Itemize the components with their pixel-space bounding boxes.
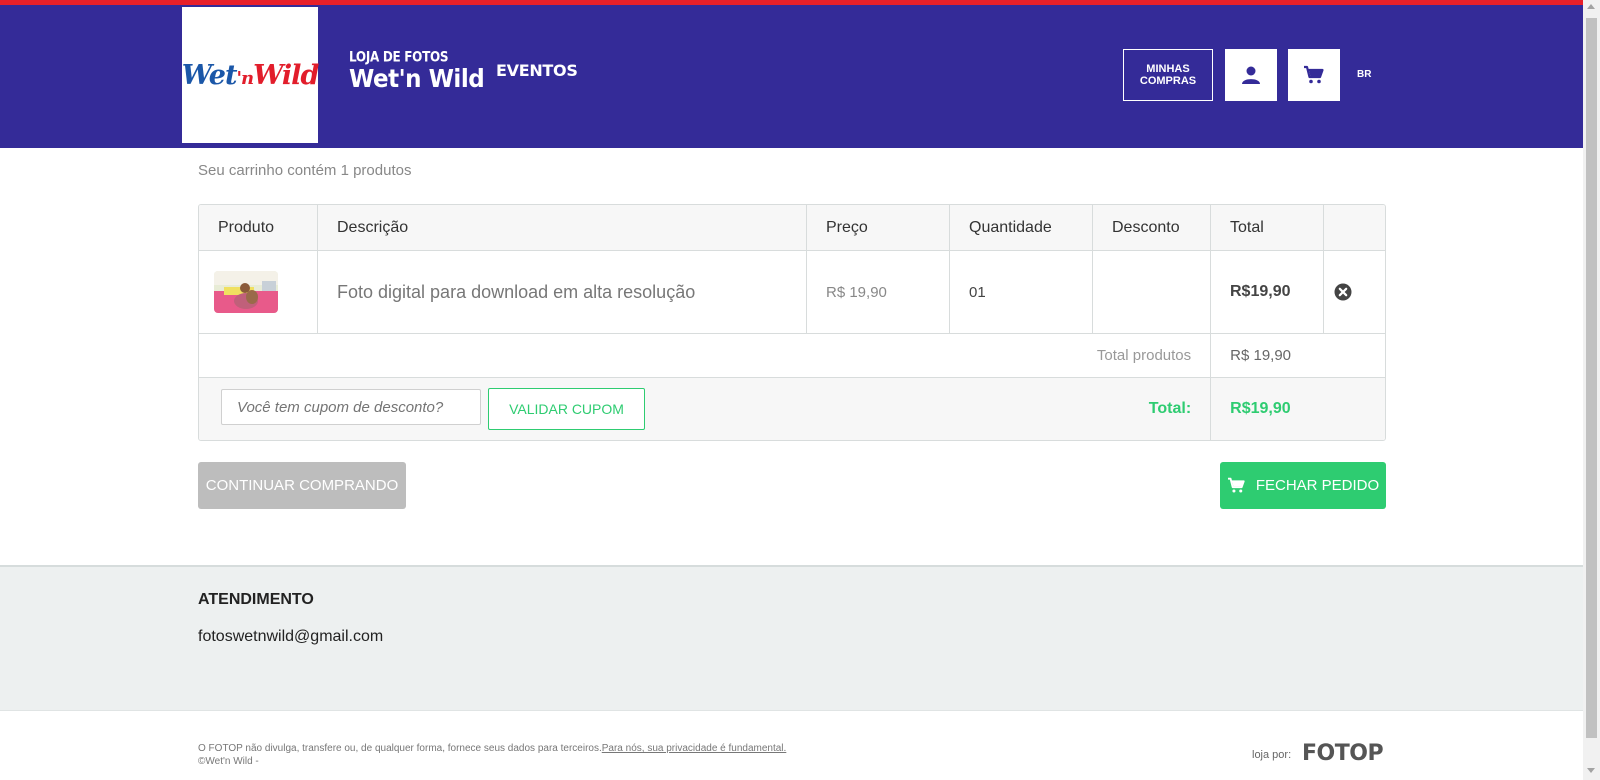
col-produto: Produto	[199, 205, 318, 250]
subtotal-label: Total produtos	[199, 334, 1212, 377]
grand-total-value: R$19,90	[1230, 400, 1291, 417]
product-thumbnail[interactable]	[214, 271, 278, 313]
fotop-logo[interactable]: FOTOP	[1302, 741, 1384, 766]
site-logo[interactable]: Wet'nWild	[181, 7, 320, 143]
product-quantity[interactable]: 01	[969, 284, 986, 301]
language-selector[interactable]: BR	[1357, 69, 1371, 80]
store-name[interactable]: Wet'n Wild	[349, 65, 485, 94]
product-cell	[199, 251, 318, 333]
support-email[interactable]: fotoswetnwild@gmail.com	[198, 628, 383, 646]
col-descricao: Descrição	[318, 205, 807, 250]
loja-por-label: loja por:	[1252, 749, 1292, 761]
col-remove	[1324, 205, 1385, 250]
coupon-input[interactable]	[221, 389, 481, 425]
product-price: R$ 19,90	[826, 283, 887, 301]
scroll-down-arrow-icon[interactable]	[1587, 768, 1595, 773]
logo-part-wet: Wet	[181, 59, 238, 91]
privacy-link[interactable]: Para nós, sua privacidade é fundamental.	[602, 743, 787, 754]
col-preco: Preço	[807, 205, 950, 250]
cart-table: Produto Descrição Preço Quantidade Desco…	[198, 204, 1386, 441]
product-total: R$19,90	[1230, 283, 1291, 300]
product-total-cell: R$19,90	[1211, 251, 1324, 333]
col-quantidade: Quantidade	[950, 205, 1093, 250]
copyright-text: ©Wet'n Wild -	[198, 756, 259, 767]
cart-summary: Seu carrinho contém 1 produtos	[198, 162, 412, 179]
logo-wordmark: Wet'nWild	[181, 59, 320, 91]
checkout-label: FECHAR PEDIDO	[1255, 477, 1380, 494]
cart-table-header: Produto Descrição Preço Quantidade Desco…	[199, 205, 1385, 251]
subtotal-row: Total produtos R$ 19,90	[199, 334, 1385, 378]
header-bar: Wet'nWild LOJA DE FOTOS Wet'n Wild EVENT…	[0, 5, 1583, 148]
product-discount-cell	[1093, 251, 1211, 333]
cart-icon	[1227, 477, 1245, 493]
remove-cell	[1324, 251, 1385, 333]
remove-item-icon[interactable]	[1334, 283, 1352, 301]
product-price-cell: R$ 19,90	[807, 251, 950, 333]
atendimento-title: ATENDIMENTO	[198, 591, 314, 608]
subtotal-value: R$ 19,90	[1230, 347, 1292, 364]
legal-notice: O FOTOP não divulga, transfere ou, de qu…	[198, 742, 786, 768]
logo-part-wild: Wild	[253, 59, 319, 91]
product-quantity-cell: 01	[950, 251, 1093, 333]
page-scrollbar-thumb[interactable]	[1586, 18, 1597, 738]
checkout-button[interactable]: FECHAR PEDIDO	[1220, 462, 1386, 509]
minhas-compras-label: MINHAS COMPRAS	[1139, 63, 1197, 87]
logo-part-n: 'n	[236, 67, 254, 89]
grand-total-label: Total:	[1148, 400, 1192, 417]
store-subtitle: LOJA DE FOTOS	[349, 49, 449, 66]
cart-icon	[1304, 65, 1324, 84]
continue-shopping-button[interactable]: CONTINUAR COMPRANDO	[198, 462, 406, 509]
coupon-area: VALIDAR CUPOM Total:	[199, 378, 1212, 440]
col-desconto: Desconto	[1093, 205, 1211, 250]
validate-coupon-button[interactable]: VALIDAR CUPOM	[488, 388, 645, 430]
col-total: Total	[1211, 205, 1324, 250]
legal-text: O FOTOP não divulga, transfere ou, de qu…	[198, 743, 602, 754]
cart-button[interactable]	[1288, 49, 1340, 101]
scroll-up-arrow-icon[interactable]	[1587, 4, 1595, 9]
nav-eventos-link[interactable]: EVENTOS	[496, 61, 578, 80]
user-icon	[1242, 66, 1260, 84]
minhas-compras-button[interactable]: MINHAS COMPRAS	[1123, 49, 1213, 101]
photo-thumbnail-image	[214, 271, 278, 313]
table-row: Foto digital para download em alta resol…	[199, 251, 1385, 334]
product-description-cell: Foto digital para download em alta resol…	[318, 251, 807, 333]
user-account-button[interactable]	[1225, 49, 1277, 101]
product-description: Foto digital para download em alta resol…	[337, 281, 696, 302]
coupon-total-row: VALIDAR CUPOM Total: R$19,90	[199, 378, 1385, 440]
